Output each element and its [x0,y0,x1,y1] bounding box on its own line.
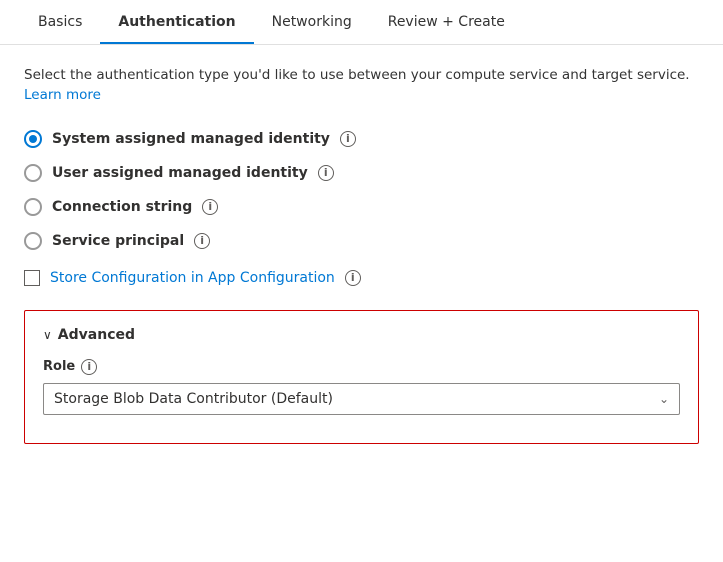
auth-options: System assigned managed identity i User … [24,130,699,250]
radio-circle-connection-string[interactable] [24,198,42,216]
main-content: Select the authentication type you'd lik… [0,45,723,464]
tab-networking[interactable]: Networking [254,0,370,44]
role-label-row: Role i [43,359,680,375]
advanced-section: ∨ Advanced Role i Storage Blob Data Cont… [24,310,699,444]
dropdown-chevron-icon: ⌄ [659,392,669,406]
info-icon-connection-string[interactable]: i [202,199,218,215]
tab-review-create[interactable]: Review + Create [370,0,523,44]
store-config-checkbox[interactable]: Store Configuration in App Configuration… [24,270,699,286]
advanced-title: Advanced [58,327,135,343]
role-label-text: Role [43,359,75,374]
role-dropdown[interactable]: Storage Blob Data Contributor (Default) … [43,383,680,415]
radio-connection-string[interactable]: Connection string i [24,198,699,216]
radio-label-user-assigned: User assigned managed identity [52,165,308,181]
checkbox-box[interactable] [24,270,40,286]
radio-circle-user-assigned[interactable] [24,164,42,182]
learn-more-link[interactable]: Learn more [24,87,101,103]
role-dropdown-value: Storage Blob Data Contributor (Default) [54,391,333,407]
info-icon-user-assigned[interactable]: i [318,165,334,181]
role-field-group: Role i Storage Blob Data Contributor (De… [43,359,680,415]
radio-circle-system-assigned[interactable] [24,130,42,148]
radio-circle-service-principal[interactable] [24,232,42,250]
info-icon-checkbox[interactable]: i [345,270,361,286]
radio-user-assigned[interactable]: User assigned managed identity i [24,164,699,182]
radio-system-assigned[interactable]: System assigned managed identity i [24,130,699,148]
checkbox-label: Store Configuration in App Configuration [50,270,335,286]
info-icon-system-assigned[interactable]: i [340,131,356,147]
description-body: Select the authentication type you'd lik… [24,67,690,83]
radio-service-principal[interactable]: Service principal i [24,232,699,250]
chevron-icon: ∨ [43,328,52,342]
tab-basics[interactable]: Basics [20,0,100,44]
advanced-header[interactable]: ∨ Advanced [43,327,680,343]
description-text: Select the authentication type you'd lik… [24,65,699,106]
info-icon-role[interactable]: i [81,359,97,375]
radio-label-system-assigned: System assigned managed identity [52,131,330,147]
info-icon-service-principal[interactable]: i [194,233,210,249]
tab-authentication[interactable]: Authentication [100,0,253,44]
tab-navigation: Basics Authentication Networking Review … [0,0,723,45]
radio-label-service-principal: Service principal [52,233,184,249]
radio-label-connection-string: Connection string [52,199,192,215]
